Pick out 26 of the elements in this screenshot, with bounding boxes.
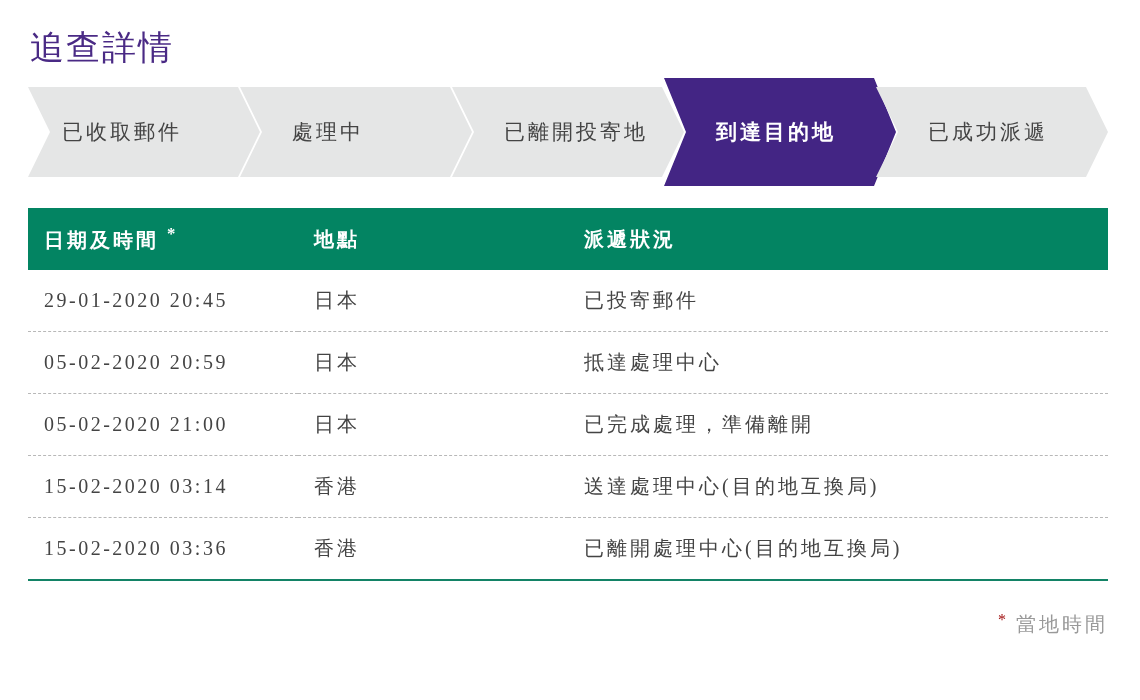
footnote-text: 當地時間: [1016, 612, 1108, 637]
progress-step: 到達目的地: [664, 78, 896, 186]
table-cell: 05-02-2020 21:00: [28, 393, 298, 456]
table-cell: 29-01-2020 20:45: [28, 270, 298, 332]
table-cell: 香港: [298, 517, 568, 580]
table-cell: 日本: [298, 331, 568, 394]
column-header: 日期及時間 $^{*}$: [28, 208, 298, 270]
table-cell: 已完成處理，準備離開: [568, 393, 1108, 456]
table-cell: 已離開處理中心(目的地互換局): [568, 517, 1108, 580]
progress-step: 處理中: [240, 87, 472, 177]
table-cell: 日本: [298, 270, 568, 332]
progress-step: 已離開投寄地: [452, 87, 684, 177]
table-cell: 已投寄郵件: [568, 270, 1108, 332]
table-cell: 15-02-2020 03:14: [28, 455, 298, 518]
page-title: 追查詳情: [30, 28, 175, 68]
table-cell: 抵達處理中心: [568, 331, 1108, 394]
column-header: 派遞狀況: [568, 208, 1108, 270]
table-cell: 15-02-2020 03:36: [28, 517, 298, 580]
table-cell: 送達處理中心(目的地互換局): [568, 455, 1108, 518]
progress-step: 已成功派遞: [876, 87, 1108, 177]
footnote-mark: *: [998, 611, 1006, 629]
table-cell: 日本: [298, 393, 568, 456]
table-cell: 香港: [298, 455, 568, 518]
table-cell: 05-02-2020 20:59: [28, 331, 298, 394]
progress-step: 已收取郵件: [28, 87, 260, 177]
column-header: 地點: [298, 208, 568, 270]
